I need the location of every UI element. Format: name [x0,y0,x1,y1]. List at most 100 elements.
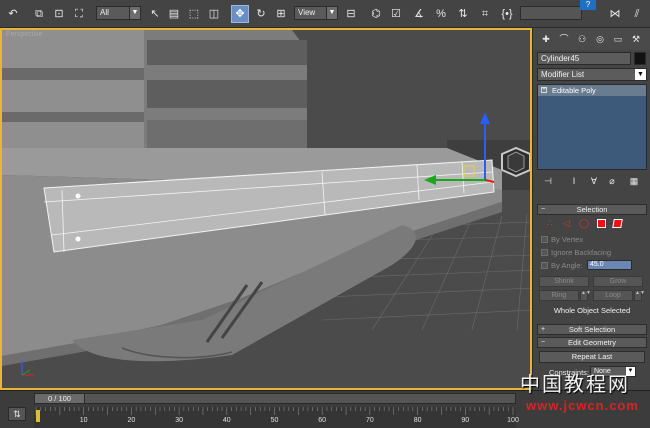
align-icon[interactable]: ⫽ [628,5,646,23]
snap-toggle-icon[interactable]: ☑ [387,5,405,23]
angle-snap-icon[interactable]: ∡ [410,5,428,23]
expand-icon: + [541,326,546,333]
pin-stack-icon[interactable]: ⊣ [539,172,557,190]
tick-label: 50 [270,417,279,424]
main-toolbar: ↶ ⧉ ⊡ ⛶ All ▼ ↖ ▤ ⬚ ◫ ✥ ↻ ⊞ View ▼ ⊟ ⌬ ☑… [0,0,650,28]
percent-snap-icon[interactable]: % [432,5,450,23]
chevron-down-icon: ▼ [635,69,646,80]
repeat-last-button[interactable]: Repeat Last [539,351,645,363]
create-tab-icon[interactable]: ✚ [537,30,555,48]
window-crossing-icon[interactable]: ◫ [205,5,223,23]
edit-named-selections-icon[interactable]: ⌗ [476,5,494,23]
key-mode-icon[interactable]: ⇅ [8,407,26,421]
checkbox-box [541,249,548,256]
tick-label: 100 [507,417,519,424]
modify-tab-icon[interactable]: ⌒ [555,30,573,48]
unlink-icon[interactable]: ⊡ [50,5,68,23]
reference-coord-dropdown[interactable]: View ▼ [294,6,338,20]
chevron-down-icon: ▼ [326,7,337,19]
show-end-result-icon[interactable]: Ι [565,172,583,190]
pivot-icon[interactable]: ⊟ [342,5,360,23]
by-vertex-checkbox[interactable]: By Vertex [541,235,583,244]
mirror-icon[interactable]: ⋈ [606,5,624,23]
help-button[interactable]: ? [580,0,596,10]
tick-label: 20 [127,417,136,424]
border-icon[interactable]: ◯ [579,218,589,229]
stack-item-label: Editable Poly [552,86,596,95]
ring-spinner-icon[interactable]: ▲▼ [580,290,591,301]
configure-sets-icon[interactable]: ▦ [625,172,643,190]
modifier-list-dropdown[interactable]: Modifier List ▼ [537,68,647,81]
element-icon[interactable] [612,219,623,228]
rect-selection-icon[interactable]: ⬚ [185,5,203,23]
remove-modifier-icon[interactable]: ⌀ [603,172,621,190]
perspective-viewport[interactable]: Perspective [0,28,532,390]
rotate-icon[interactable]: ↻ [252,5,270,23]
checkbox-box [541,262,548,269]
motion-tab-icon[interactable]: ◎ [591,30,609,48]
viewport-label[interactable]: Perspective [6,31,43,38]
time-slider[interactable]: 0 / 100 [34,393,516,404]
make-unique-icon[interactable]: ∀ [585,172,603,190]
edit-geometry-rollout-header[interactable]: − Edit Geometry [537,337,647,348]
bind-spacewarp-icon[interactable]: ⛶ [70,5,88,23]
move-icon[interactable]: ✥ [231,5,249,23]
object-name-field[interactable]: Cylinder45 [537,52,631,65]
3dsmax-window: ↶ ⧉ ⊡ ⛶ All ▼ ↖ ▤ ⬚ ◫ ✥ ↻ ⊞ View ▼ ⊟ ⌬ ☑… [0,0,650,428]
by-angle-spinner[interactable]: 45.0 [587,260,632,270]
expand-icon[interactable]: + [541,87,547,93]
tick-label: 10 [79,417,88,424]
polygon-icon[interactable] [597,219,606,228]
checkbox-box [541,236,548,243]
object-color-swatch[interactable] [634,52,646,65]
shrink-button[interactable]: Shrink [539,276,589,287]
select-by-name-icon[interactable]: ▤ [165,5,183,23]
selection-filter-dropdown[interactable]: All ▼ [96,6,141,20]
by-angle-value: 45.0 [590,261,604,268]
utilities-tab-icon[interactable]: ⚒ [627,30,645,48]
ignore-backfacing-label: Ignore Backfacing [551,248,612,257]
by-angle-label: By Angle: [551,261,583,270]
by-angle-checkbox[interactable]: By Angle: [541,261,583,270]
spinner-snap-icon[interactable]: ⇅ [454,5,472,23]
hierarchy-tab-icon[interactable]: ⚇ [573,30,591,48]
vertex-icon[interactable]: ∴ [547,218,553,229]
collapse-icon: − [541,206,546,213]
edit-geometry-title: Edit Geometry [568,338,616,347]
reference-coord-value: View [298,8,316,17]
viewport-scene [2,30,530,388]
subobject-icons: ∴ ◁ ◯ [547,218,643,230]
modifier-stack[interactable]: + Editable Poly [537,84,647,170]
panel-tabs: ✚ ⌒ ⚇ ◎ ▭ ⚒ [533,28,650,50]
keyboard-shortcut-icon[interactable]: ⌬ [367,5,385,23]
tick-label: 70 [365,417,374,424]
stack-tools: ⊣ Ι ∀ ⌀ ▦ [537,172,647,186]
tick-label: 90 [461,417,470,424]
grow-button[interactable]: Grow [593,276,643,287]
display-tab-icon[interactable]: ▭ [609,30,627,48]
selection-rollout-header[interactable]: − Selection [537,204,647,215]
time-slider-thumb[interactable]: 0 / 100 [35,394,85,403]
ignore-backfacing-checkbox[interactable]: Ignore Backfacing [541,248,611,257]
tick-label: 80 [413,417,422,424]
stack-item[interactable]: + Editable Poly [538,85,646,96]
loop-spinner-icon[interactable]: ▲▼ [634,290,645,301]
select-object-icon[interactable]: ↖ [146,5,164,23]
collapse-icon: − [541,339,546,346]
loop-button[interactable]: Loop [593,290,633,301]
scale-icon[interactable]: ⊞ [272,5,290,23]
by-vertex-label: By Vertex [551,235,584,244]
watermark-url: www.jcwcn.com [526,398,639,413]
edge-icon[interactable]: ◁ [563,218,570,229]
selection-filter-value: All [100,8,109,17]
ring-button[interactable]: Ring [539,290,579,301]
undo-icon[interactable]: ↶ [4,5,22,23]
link-icon[interactable]: ⧉ [30,5,48,23]
named-selection-icon[interactable]: {•} [498,5,516,23]
modifier-list-label: Modifier List [541,70,585,79]
soft-selection-title: Soft Selection [568,325,616,334]
watermark-text: 中国教程网 [520,372,630,396]
soft-selection-rollout-header[interactable]: + Soft Selection [537,324,647,335]
tick-label: 30 [175,417,183,424]
named-selection-sets-field[interactable] [520,6,582,20]
